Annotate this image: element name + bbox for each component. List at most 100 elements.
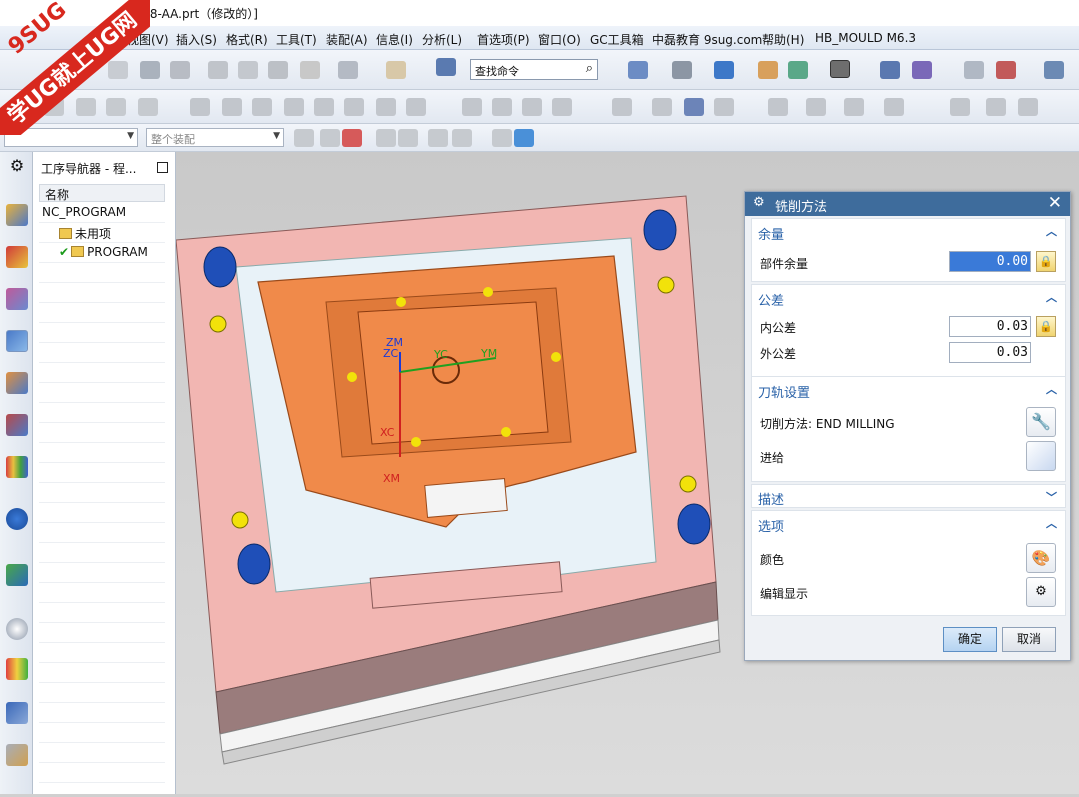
tool-path-edit-icon[interactable] xyxy=(552,98,572,116)
part-navigator-icon[interactable] xyxy=(6,288,28,310)
wcs-icon[interactable] xyxy=(788,61,808,79)
layer-icon[interactable] xyxy=(758,61,778,79)
object-icon[interactable] xyxy=(806,98,826,116)
menu-hb-mould[interactable]: HB_MOULD M6.3 xyxy=(815,31,916,45)
paste-icon[interactable] xyxy=(268,61,288,79)
postprocess-icon[interactable] xyxy=(314,98,334,116)
tolerance-icon[interactable] xyxy=(1018,98,1038,116)
tool-icon[interactable] xyxy=(1044,61,1064,79)
create-program-icon[interactable] xyxy=(44,98,64,116)
feature-navigator-icon[interactable] xyxy=(6,414,28,436)
constraint-navigator-icon[interactable] xyxy=(6,246,28,268)
machine-tool-icon[interactable] xyxy=(612,98,632,116)
shop-docs-icon[interactable] xyxy=(344,98,364,116)
info-icon[interactable] xyxy=(6,508,28,530)
section-header-stock[interactable]: 余量 xyxy=(758,224,784,243)
snap-point-icon[interactable] xyxy=(320,129,340,147)
history-clock-icon[interactable] xyxy=(6,618,28,640)
transform-path-icon[interactable] xyxy=(768,98,788,116)
transform-icon[interactable] xyxy=(912,61,932,79)
color-palette-icon[interactable]: 🎨 xyxy=(1026,543,1056,573)
menu-analysis[interactable]: 分析(L) xyxy=(422,31,462,48)
delete-icon[interactable] xyxy=(300,61,320,79)
menu-view[interactable]: 视图(V) xyxy=(127,31,169,48)
feature-icon[interactable] xyxy=(950,98,970,116)
render-style-icon[interactable] xyxy=(672,61,692,79)
menu-tools[interactable]: 工具(T) xyxy=(276,31,317,48)
create-method-icon[interactable] xyxy=(138,98,158,116)
operation-navigator-icon[interactable] xyxy=(6,330,28,352)
process-icon[interactable] xyxy=(986,98,1006,116)
gouge-check-icon[interactable] xyxy=(522,98,542,116)
menu-insert[interactable]: 插入(S) xyxy=(176,31,217,48)
document-icon[interactable] xyxy=(684,98,704,116)
section-header-description[interactable]: 描述 xyxy=(758,489,784,508)
magnifier-icon[interactable]: ⌕ xyxy=(586,61,593,76)
assembly-filter-select[interactable]: 整个装配 ▼ xyxy=(146,128,284,147)
simulate-icon[interactable] xyxy=(284,98,304,116)
tree-row-program[interactable]: ✔ PROGRAM xyxy=(39,243,165,263)
collapse-chevron-icon[interactable]: ︿ xyxy=(1046,515,1057,531)
edit-display-icon[interactable]: ⚙ xyxy=(1026,577,1056,607)
menu-assembly[interactable]: 装配(A) xyxy=(326,31,368,48)
open-icon[interactable] xyxy=(108,61,128,79)
display-path-icon[interactable] xyxy=(844,98,864,116)
background-color-icon[interactable] xyxy=(830,60,850,78)
feed-rate-icon[interactable] xyxy=(462,98,482,116)
cancel-button[interactable]: 取消 xyxy=(1002,627,1056,652)
replay-path-icon[interactable] xyxy=(222,98,242,116)
menu-window[interactable]: 窗口(O) xyxy=(538,31,581,48)
part-stock-input[interactable]: 0.00 xyxy=(949,251,1031,272)
print-icon[interactable] xyxy=(170,61,190,79)
selection-scope-icon[interactable] xyxy=(294,129,314,147)
cut-method-wrench-icon[interactable]: 🔧 xyxy=(1026,407,1056,437)
system-scene-icon[interactable] xyxy=(6,744,28,766)
machine-navigator-icon[interactable] xyxy=(6,372,28,394)
move-object-icon[interactable] xyxy=(880,61,900,79)
time-icon[interactable] xyxy=(714,98,734,116)
collapse-chevron-icon[interactable]: ︿ xyxy=(1046,289,1057,305)
menu-education-site[interactable]: 中磊教育 9sug.com xyxy=(652,31,762,48)
create-tool-icon[interactable] xyxy=(76,98,96,116)
tool-display-icon[interactable] xyxy=(884,98,904,116)
collapse-chevron-icon[interactable]: ︿ xyxy=(1046,381,1057,397)
output-cls-icon[interactable] xyxy=(376,98,396,116)
column-header-name[interactable]: 名称 xyxy=(39,184,165,202)
generate-path-icon[interactable] xyxy=(190,98,210,116)
menu-preferences[interactable]: 首选项(P) xyxy=(477,31,530,48)
menu-help[interactable]: 帮助(H) xyxy=(762,31,804,48)
view-orientation-icon[interactable] xyxy=(714,61,734,79)
assembly-navigator-icon[interactable] xyxy=(964,61,984,79)
tree-row-unused[interactable]: 未用项 xyxy=(39,223,165,243)
settings-gear-icon[interactable]: ⚙ xyxy=(6,156,28,178)
expand-chevron-icon[interactable]: ﹀ xyxy=(1046,489,1057,505)
web-browser-icon[interactable] xyxy=(6,564,28,586)
save-icon[interactable] xyxy=(140,61,160,79)
rectangle-select-icon[interactable] xyxy=(452,129,472,147)
select-solid-icon[interactable] xyxy=(492,129,512,147)
section-header-tolerance[interactable]: 公差 xyxy=(758,290,784,309)
menu-gc-toolbox[interactable]: GC工具箱 xyxy=(590,31,644,48)
reuse-library-icon[interactable] xyxy=(6,456,28,478)
undo-icon[interactable] xyxy=(338,61,358,79)
collapse-chevron-icon[interactable]: ︿ xyxy=(1046,223,1057,239)
maximize-icon[interactable] xyxy=(157,162,168,173)
snap-control-icon[interactable] xyxy=(398,129,418,147)
command-search-input[interactable]: 查找命令 ⌕ xyxy=(470,59,598,80)
snap-mid-icon[interactable] xyxy=(376,129,396,147)
section-header-options[interactable]: 选项 xyxy=(758,516,784,535)
snap-end-icon[interactable] xyxy=(342,129,362,147)
mill-setup-icon[interactable] xyxy=(386,61,406,79)
menu-info[interactable]: 信息(I) xyxy=(376,31,413,48)
fit-view-icon[interactable] xyxy=(628,61,648,79)
copy-icon[interactable] xyxy=(238,61,258,79)
intol-input[interactable]: 0.03 xyxy=(949,316,1031,337)
path-report-icon[interactable] xyxy=(652,98,672,116)
list-path-icon[interactable] xyxy=(492,98,512,116)
assembly-navigator-icon[interactable] xyxy=(6,204,28,226)
create-geometry-icon[interactable] xyxy=(106,98,126,116)
lock-icon[interactable]: 🔒 xyxy=(1036,316,1056,337)
type-filter-select[interactable]: ▼ xyxy=(4,128,138,147)
delete-path-icon[interactable] xyxy=(406,98,426,116)
visualization-icon[interactable] xyxy=(6,658,28,680)
